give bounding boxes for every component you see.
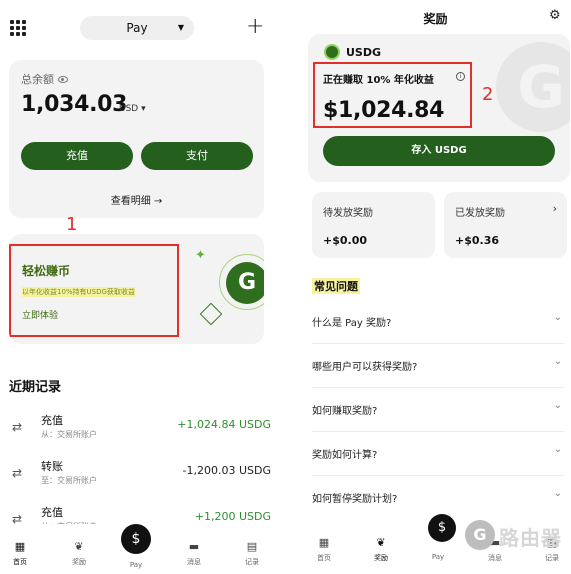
record-source: 至：交易所账户: [41, 476, 97, 485]
rewards-icon: ❦: [74, 540, 84, 553]
faq-question: 如何赚取奖励?: [312, 406, 378, 417]
swap-icon: ⇄: [12, 420, 23, 434]
info-icon[interactable]: i: [456, 72, 465, 81]
message-icon: ▬: [188, 540, 200, 553]
tab-messages[interactable]: ▬ 消息: [170, 540, 218, 567]
eye-icon[interactable]: [58, 76, 68, 83]
top-bar: Pay ▼ +: [0, 14, 286, 44]
paid-rewards-card[interactable]: 已发放奖励 › +$0.36: [444, 192, 567, 258]
left-screen: Pay ▼ + 总余额 1,034.03 USD ▾ 充值 支付 查看明细 → …: [0, 0, 286, 574]
record-type: 转账: [41, 460, 63, 473]
faq-question: 什么是 Pay 奖励?: [312, 318, 392, 329]
promo-card[interactable]: 轻松赚币 以年化收益10%持有USDG获取收益 立即体验 ✦ G: [9, 234, 264, 344]
view-details-link[interactable]: 查看明细 →: [9, 192, 264, 207]
chevron-right-icon: ›: [552, 202, 557, 215]
balance-card: 总余额 1,034.03 USD ▾ 充值 支付 查看明细 →: [9, 60, 264, 218]
deposit-button[interactable]: 充值: [21, 142, 133, 170]
watermark-logo-icon: G: [465, 520, 495, 550]
pane-divider: [286, 0, 300, 574]
currency-selector[interactable]: USD ▾: [119, 104, 146, 114]
add-icon[interactable]: +: [246, 14, 264, 40]
bottom-tab-bar: ▦ 首页 ❦ 奖励 $ Pay ▬ 消息 ▤ 记录 G 路由器: [300, 514, 571, 574]
earning-balance: $1,024.84: [323, 98, 445, 123]
paid-rewards-label: 已发放奖励: [455, 208, 505, 219]
promo-title: 轻松赚币: [22, 264, 71, 278]
record-amount: +1,024.84 USDG: [177, 418, 271, 431]
usdg-coin-icon: [324, 44, 340, 60]
chevron-down-icon: ⌄: [553, 312, 562, 323]
faq-question: 哪些用户可以获得奖励?: [312, 362, 418, 373]
chevron-down-icon: ⌄: [553, 444, 562, 455]
list-item[interactable]: ⇄ 充值 从：交易所账户 +1,024.84 USDG: [9, 410, 271, 450]
rewards-icon: ❦: [376, 536, 386, 549]
paid-rewards-value: +$0.36: [455, 234, 500, 247]
earning-rate-text: 正在赚取 10% 年化收益: [323, 75, 434, 86]
record-amount: -1,200.03 USDG: [182, 464, 271, 477]
bottom-tab-bar: ▦ 首页 ❦ 奖励 $ Pay ▬ 消息 ▤ 记录: [0, 524, 286, 574]
faq-question: 如何暂停奖励计划?: [312, 494, 398, 505]
annotation-number-1: 1: [66, 214, 78, 235]
watermark-text: 路由器: [499, 526, 562, 550]
chevron-down-icon: ⌄: [553, 488, 562, 499]
faq-item[interactable]: 什么是 Pay 奖励? ⌄: [312, 300, 564, 344]
total-balance-label: 总余额: [21, 71, 68, 87]
faq-question: 奖励如何计算?: [312, 450, 378, 461]
faq-item[interactable]: 如何赚取奖励? ⌄: [312, 388, 564, 432]
account-switcher-label: Pay: [126, 21, 148, 35]
pending-rewards-card: 待发放奖励 +$0.00: [312, 192, 435, 258]
caret-down-icon: ▼: [177, 23, 184, 32]
tab-home[interactable]: ▦ 首页: [300, 536, 348, 563]
try-now-link[interactable]: 立即体验: [22, 308, 58, 321]
promo-subtitle: 以年化收益10%持有USDG获取收益: [22, 287, 135, 297]
record-amount: +1,200 USDG: [194, 510, 271, 523]
right-screen: 奖励 ⚙ G USDG 正在赚取 10% 年化收益 i $1,024.84 存入…: [300, 0, 571, 574]
list-item[interactable]: ⇄ 转账 至：交易所账户 -1,200.03 USDG: [9, 456, 271, 496]
pay-button[interactable]: 支付: [141, 142, 253, 170]
background-logo-icon: G: [496, 42, 570, 132]
faq-item[interactable]: 哪些用户可以获得奖励? ⌄: [312, 344, 564, 388]
pay-fab-button[interactable]: $: [428, 514, 456, 542]
tab-home[interactable]: ▦ 首页: [0, 540, 44, 567]
watermark: G 路由器: [465, 518, 571, 554]
record-type: 充值: [41, 506, 63, 519]
pending-rewards-value: +$0.00: [323, 234, 368, 247]
chevron-down-icon: ⌄: [553, 400, 562, 411]
tab-rewards[interactable]: ❦ 奖励: [357, 536, 405, 563]
faq-item[interactable]: 奖励如何计算? ⌄: [312, 432, 564, 476]
record-type: 充值: [41, 414, 63, 427]
apps-grid-icon[interactable]: [10, 20, 26, 36]
tab-pay[interactable]: Pay: [112, 561, 160, 569]
records-icon: ▤: [246, 540, 258, 553]
record-source: 从：交易所账户: [41, 430, 97, 439]
chevron-down-icon: ⌄: [553, 356, 562, 367]
coin-name: USDG: [346, 46, 382, 59]
total-balance-amount: 1,034.03: [21, 92, 128, 117]
pay-fab-button[interactable]: $: [121, 524, 151, 554]
recent-records-title: 近期记录: [9, 380, 62, 395]
annotation-number-2: 2: [482, 84, 494, 105]
pending-rewards-label: 待发放奖励: [323, 208, 373, 219]
home-icon: ▦: [14, 540, 26, 553]
deposit-usdg-button[interactable]: 存入 USDG: [323, 136, 555, 166]
gear-icon[interactable]: ⚙: [549, 8, 561, 23]
home-icon: ▦: [318, 536, 330, 549]
earning-card: G USDG 正在赚取 10% 年化收益 i $1,024.84 存入 USDG: [308, 34, 570, 182]
faq-title: 常见问题: [312, 278, 360, 294]
diamond-icon: [199, 302, 223, 326]
usdg-logo-icon: G: [226, 262, 264, 304]
page-title: 奖励: [423, 12, 448, 26]
sparkle-icon: ✦: [195, 248, 206, 263]
tab-records[interactable]: ▤ 记录: [228, 540, 276, 567]
account-switcher[interactable]: Pay ▼: [80, 16, 194, 40]
swap-icon: ⇄: [12, 466, 23, 480]
tab-pay[interactable]: Pay: [414, 553, 462, 561]
tab-rewards[interactable]: ❦ 奖励: [55, 540, 103, 567]
